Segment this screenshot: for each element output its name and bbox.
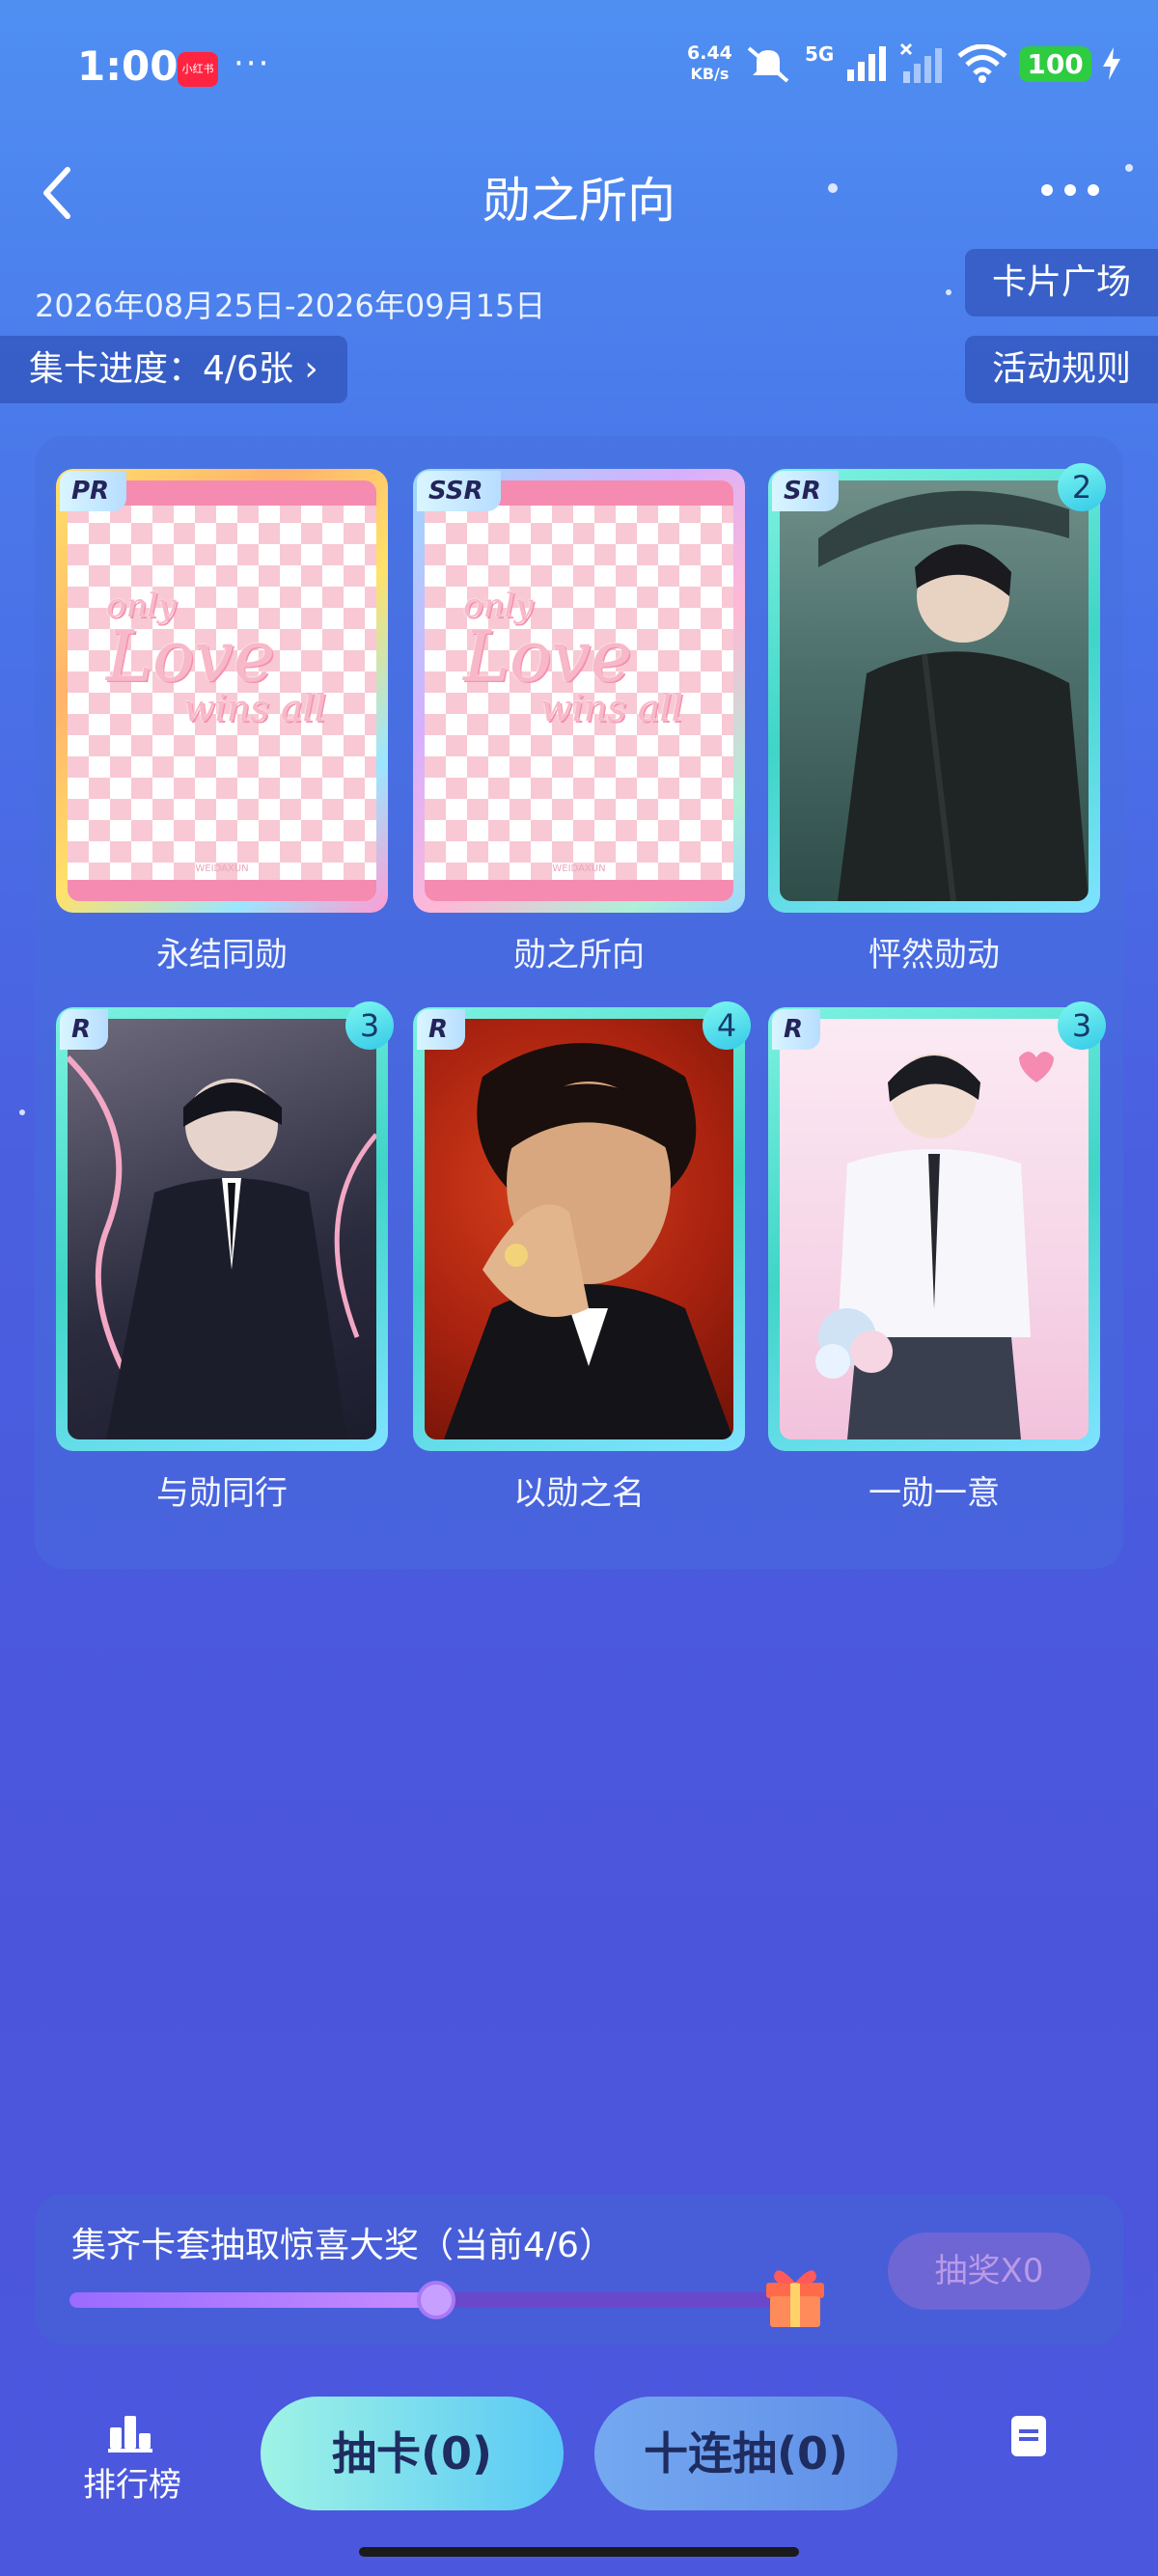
collection-progress-button[interactable]: 集卡进度：4/6张 › bbox=[0, 336, 347, 403]
card-name: 与勋同行 bbox=[156, 1474, 288, 1513]
signal-icon bbox=[847, 46, 887, 81]
card-tier-badge: R bbox=[772, 1009, 821, 1050]
app-notification-icon: 小红书 bbox=[178, 52, 218, 87]
prize-progress-text: 集齐卡套抽取惊喜大奖（当前4/6） bbox=[71, 2226, 614, 2265]
love-logo: only Love wins all bbox=[463, 587, 683, 729]
artwork-figure bbox=[444, 1043, 733, 1439]
wifi-icon bbox=[957, 44, 1007, 83]
card-item[interactable]: SSR only Love wins all WEIDAXUN bbox=[413, 469, 745, 913]
rules-button[interactable]: 活动规则 bbox=[964, 336, 1158, 403]
event-date-range: 2026年08月25日-2026年09月15日 bbox=[35, 288, 546, 324]
card-tier-badge: R bbox=[417, 1009, 466, 1050]
net-speed: 6.44 KB/s bbox=[687, 42, 732, 85]
signal-weak-icon bbox=[900, 42, 943, 83]
lottery-button[interactable]: 抽奖X0 bbox=[888, 2233, 1090, 2310]
prize-progress-thumb bbox=[417, 2281, 455, 2319]
card-count-badge: 3 bbox=[1058, 1001, 1106, 1050]
card-tier-badge: PR bbox=[60, 471, 127, 511]
mute-icon bbox=[747, 46, 789, 83]
prize-panel: 集齐卡套抽取惊喜大奖（当前4/6） 抽奖X0 bbox=[35, 2194, 1123, 2344]
notification-more-icon: ··· bbox=[234, 44, 271, 83]
ranking-icon[interactable] bbox=[108, 2412, 152, 2453]
card-item[interactable]: R 3 bbox=[768, 1001, 1106, 1451]
ranking-label[interactable]: 排行榜 bbox=[83, 2458, 181, 2506]
background-sparkle bbox=[19, 1110, 25, 1115]
artwork-figure bbox=[68, 1055, 376, 1439]
net-speed-value: 6.44 bbox=[687, 42, 732, 64]
card-artwork-ring bbox=[425, 1019, 733, 1439]
battery-level: 100 bbox=[1019, 45, 1091, 82]
artwork-figure bbox=[818, 490, 1089, 901]
card-count-badge: 4 bbox=[703, 1001, 751, 1050]
status-icons: 5G 100 bbox=[743, 42, 1120, 85]
home-indicator bbox=[359, 2547, 799, 2557]
card-item[interactable]: R 4 bbox=[413, 1001, 751, 1451]
card-plaza-button[interactable]: 卡片广场 bbox=[964, 249, 1158, 316]
page-title: 勋之所向 bbox=[482, 173, 676, 229]
draw-card-button[interactable]: 抽卡(0) bbox=[261, 2397, 564, 2510]
card-count-badge: 3 bbox=[345, 1001, 394, 1050]
net-speed-unit: KB/s bbox=[690, 65, 730, 83]
card-tier-badge: R bbox=[60, 1009, 109, 1050]
status-bar: 1:00 小红书 ··· 6.44 KB/s 5G 100 bbox=[0, 0, 1158, 135]
charging-icon bbox=[1102, 47, 1120, 80]
card-tier-badge: SSR bbox=[417, 471, 501, 511]
card-placeholder-art: only Love wins all WEIDAXUN bbox=[425, 480, 733, 901]
prize-progress-track bbox=[69, 2281, 803, 2319]
card-name: 一勋一意 bbox=[868, 1474, 1000, 1513]
ten-draw-button[interactable]: 十连抽(0) bbox=[594, 2397, 897, 2510]
card-collection-panel: PR only Love wins all WEIDAXUN 永结同勋 SSR … bbox=[35, 436, 1123, 1569]
card-name: 永结同勋 bbox=[156, 936, 288, 974]
watermark: WEIDAXUN bbox=[552, 863, 606, 874]
card-artwork-suit bbox=[68, 1019, 376, 1439]
card-artwork-bouquet bbox=[780, 1019, 1089, 1439]
card-tier-badge: SR bbox=[772, 471, 839, 511]
background-sparkle bbox=[946, 289, 951, 295]
watermark: WEIDAXUN bbox=[195, 863, 249, 874]
card-name: 以勋之名 bbox=[513, 1474, 645, 1513]
card-item[interactable]: PR only Love wins all WEIDAXUN bbox=[56, 469, 388, 913]
network-type: 5G bbox=[805, 42, 835, 66]
record-icon[interactable] bbox=[1011, 2416, 1046, 2456]
card-count-badge: 2 bbox=[1058, 463, 1106, 511]
card-item[interactable]: R 3 bbox=[56, 1001, 394, 1451]
more-dots-icon[interactable] bbox=[1038, 176, 1102, 205]
artwork-figure bbox=[815, 1052, 1054, 1439]
status-time: 1:00 bbox=[77, 42, 179, 90]
card-placeholder-art: only Love wins all WEIDAXUN bbox=[68, 480, 376, 901]
card-name: 怦然勋动 bbox=[868, 936, 1000, 974]
prize-progress-fill bbox=[69, 2292, 436, 2308]
gift-icon bbox=[766, 2270, 824, 2327]
love-logo: only Love wins all bbox=[106, 587, 326, 729]
card-item[interactable]: SR 2 bbox=[768, 463, 1106, 913]
card-artwork-umbrella bbox=[780, 480, 1089, 901]
card-name: 勋之所向 bbox=[513, 936, 645, 974]
